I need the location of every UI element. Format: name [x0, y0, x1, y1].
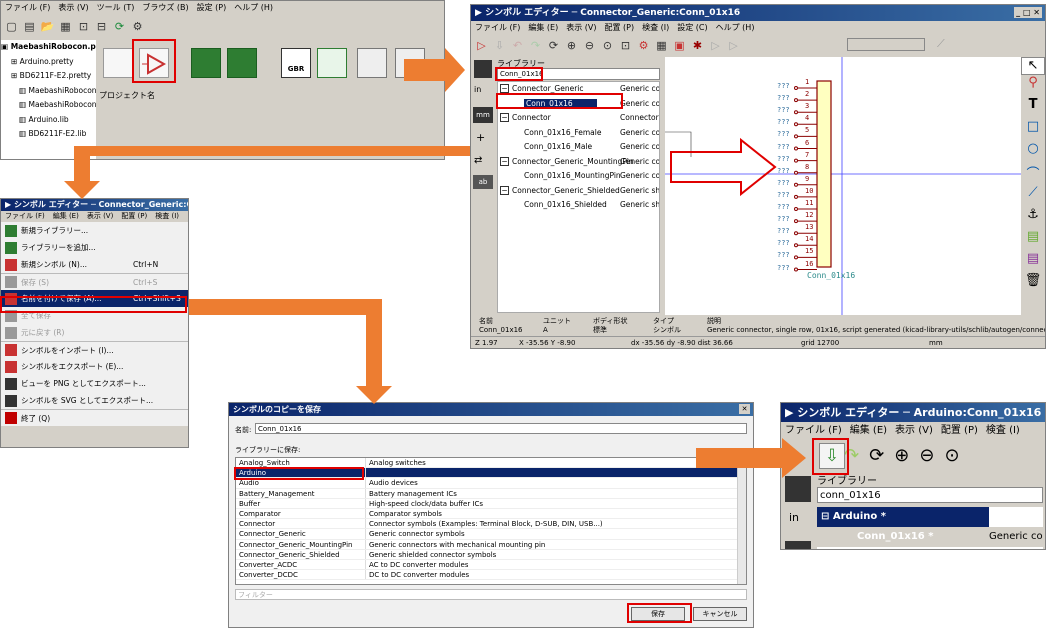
flow-arrows	[64, 48, 806, 478]
